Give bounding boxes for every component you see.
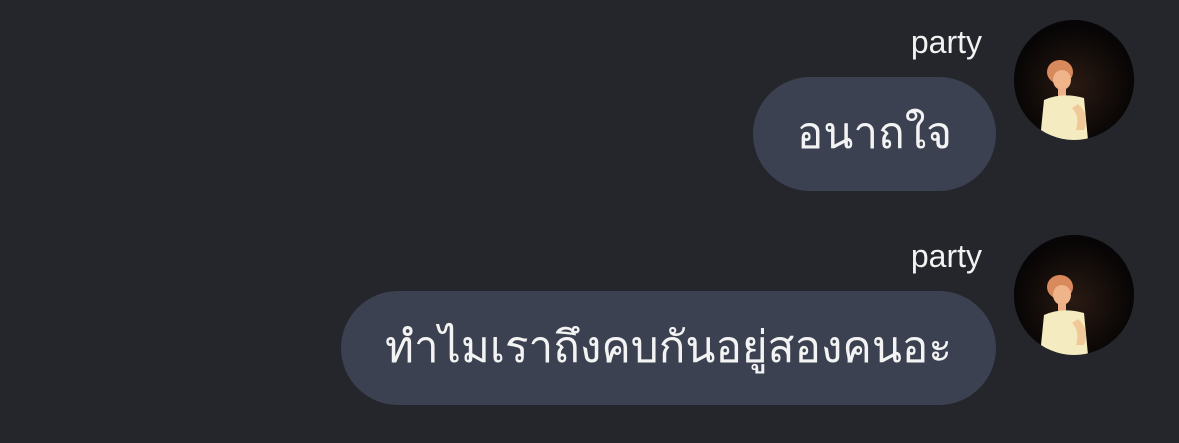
sender-name: party [910, 238, 982, 274]
sender-name: party [910, 24, 982, 60]
person-avatar-icon [1014, 20, 1134, 140]
person-avatar-icon [1014, 235, 1134, 355]
message-bubble[interactable]: อนาถใจ [752, 77, 996, 191]
avatar[interactable] [1014, 235, 1134, 355]
avatar[interactable] [1014, 20, 1134, 140]
message-bubble[interactable]: ทำไมเราถึงคบกันอยู่สองคนอะ [341, 291, 996, 405]
